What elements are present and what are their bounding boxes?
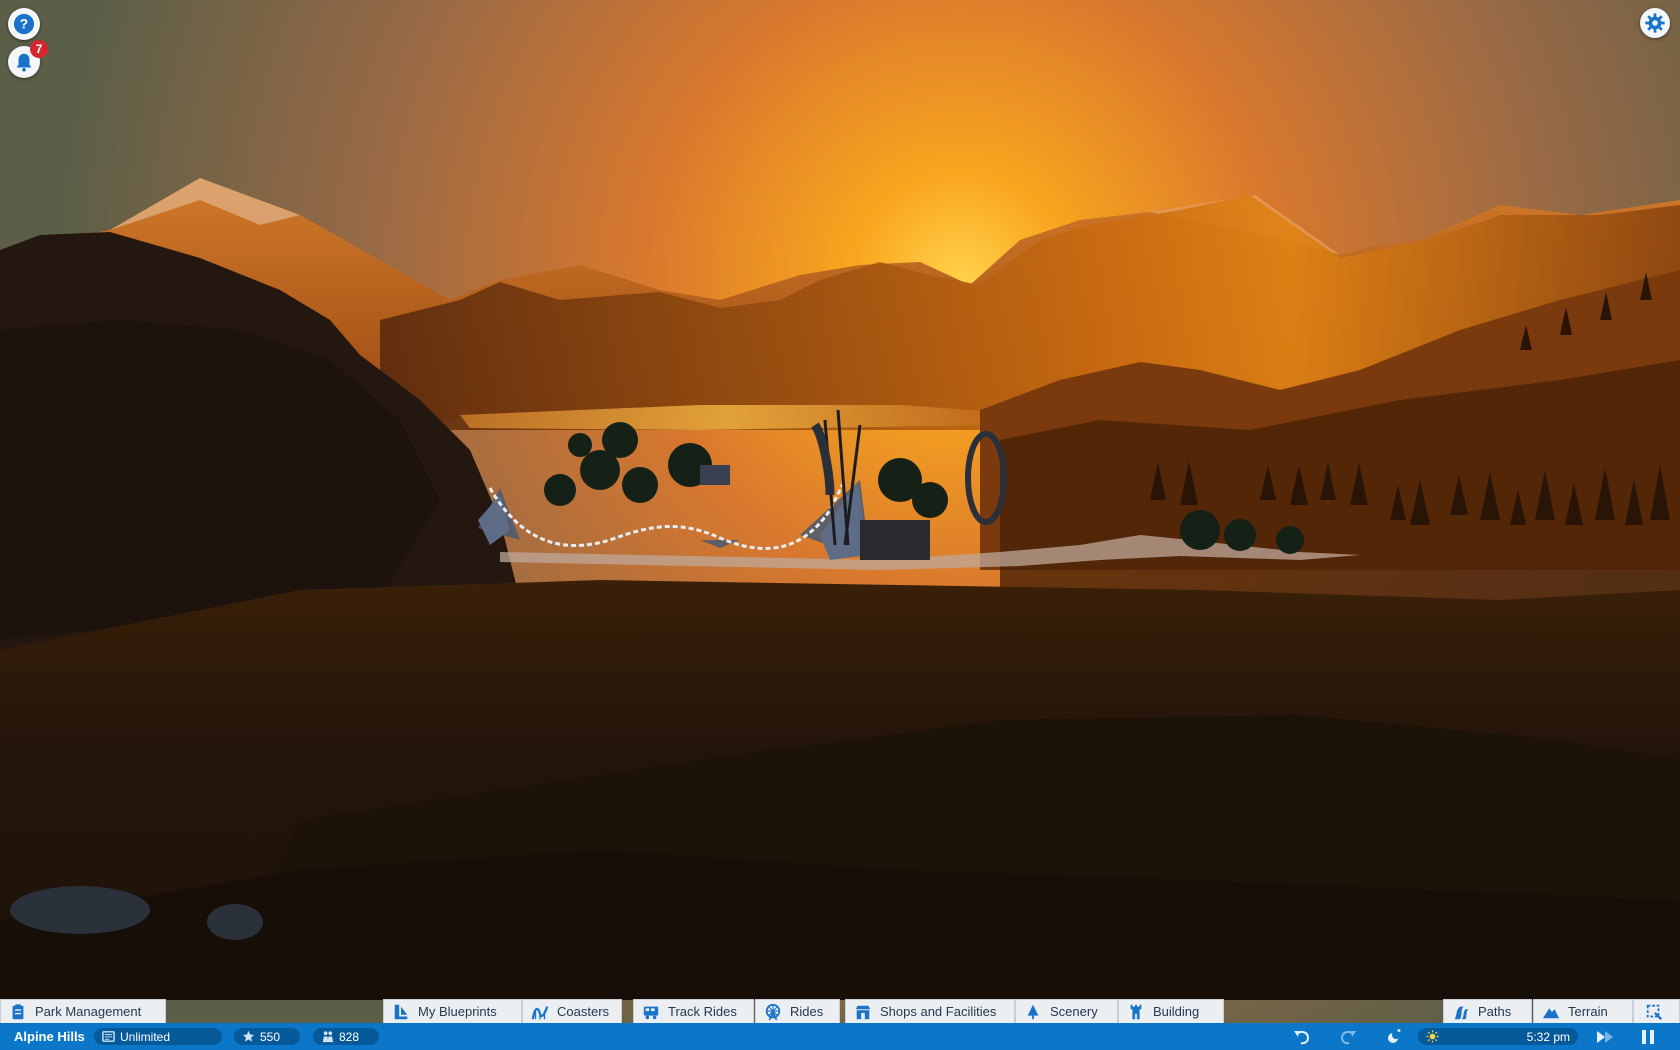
- guests-pill[interactable]: 828: [313, 1028, 379, 1045]
- pause-icon: [1642, 1030, 1654, 1044]
- pause-button[interactable]: [1636, 1025, 1660, 1049]
- game-viewport[interactable]: [0, 0, 1680, 1050]
- tab-park-management[interactable]: Park Management: [0, 999, 166, 1023]
- status-bar: Alpine Hills Unlimited 550 828 5:32 pm: [0, 1023, 1680, 1050]
- tab-shops-and-facilities[interactable]: Shops and Facilities: [845, 999, 1015, 1023]
- tab-scenery[interactable]: Scenery: [1015, 999, 1118, 1023]
- tab-my-blueprints[interactable]: My Blueprints: [383, 999, 522, 1023]
- tab-building-label: Building: [1153, 1004, 1200, 1019]
- tab-track-rides[interactable]: Track Rides: [633, 999, 754, 1023]
- tab-paths-label: Paths: [1478, 1004, 1512, 1019]
- park-rating-pill[interactable]: 550: [234, 1028, 300, 1045]
- help-icon: ?: [13, 13, 35, 35]
- tab-terrain[interactable]: Terrain: [1533, 999, 1633, 1023]
- redo-icon: [1340, 1030, 1356, 1045]
- tab-coasters-label: Coasters: [557, 1004, 610, 1019]
- tab-coasters[interactable]: Coasters: [522, 999, 622, 1023]
- notifications-button[interactable]: 7: [8, 40, 48, 78]
- money-pill[interactable]: Unlimited: [94, 1028, 222, 1045]
- notification-count-badge: 7: [30, 40, 48, 58]
- tab-paths[interactable]: Paths: [1443, 999, 1532, 1023]
- train-icon: [643, 1006, 659, 1019]
- day-night-icon: [1388, 1029, 1401, 1043]
- speed-button[interactable]: [1592, 1025, 1616, 1049]
- money-icon: [102, 1031, 115, 1042]
- sun-icon: [1426, 1030, 1439, 1043]
- ferris-wheel-icon: [765, 1003, 781, 1020]
- blueprint-icon: [394, 1004, 408, 1019]
- park-name: Alpine Hills: [14, 1029, 85, 1044]
- tower-icon: [1130, 1004, 1142, 1019]
- shop-icon: [855, 1005, 871, 1019]
- money-value: Unlimited: [120, 1029, 171, 1044]
- tab-park-management-label: Park Management: [35, 1004, 142, 1019]
- clipboard-icon: [12, 1003, 24, 1019]
- path-icon: [1454, 1006, 1469, 1019]
- play-speed-icon: [1597, 1031, 1613, 1043]
- time-pill[interactable]: 5:32 pm: [1418, 1028, 1578, 1045]
- mountain-icon: [1542, 1007, 1560, 1018]
- tab-my-blueprints-label: My Blueprints: [418, 1004, 497, 1019]
- help-button[interactable]: ?: [8, 8, 40, 40]
- tab-building[interactable]: Building: [1118, 999, 1224, 1023]
- guests-icon: [322, 1031, 334, 1043]
- coaster-icon: [531, 1005, 549, 1019]
- park-rating-value: 550: [260, 1029, 281, 1044]
- guests-value: 828: [339, 1029, 360, 1044]
- tab-track-rides-label: Track Rides: [668, 1004, 737, 1019]
- undo-icon: [1294, 1030, 1310, 1045]
- day-night-cycle-button[interactable]: [1382, 1025, 1406, 1049]
- tab-terrain-label: Terrain: [1568, 1004, 1608, 1019]
- svg-text:?: ?: [20, 17, 28, 32]
- tab-rides[interactable]: Rides: [755, 999, 840, 1023]
- settings-button[interactable]: [1640, 8, 1670, 38]
- game-time: 5:32 pm: [1526, 1029, 1570, 1044]
- undo-button[interactable]: [1290, 1025, 1314, 1049]
- star-icon: [242, 1030, 255, 1042]
- tree-icon: [1027, 1004, 1039, 1019]
- redo-button[interactable]: [1336, 1025, 1360, 1049]
- tab-rides-label: Rides: [790, 1004, 824, 1019]
- tab-scenery-label: Scenery: [1050, 1004, 1098, 1019]
- settings-gear-icon: [1645, 13, 1665, 33]
- tab-selection-tool[interactable]: [1633, 999, 1680, 1023]
- selection-icon: [1646, 1004, 1662, 1020]
- tab-shops-and-facilities-label: Shops and Facilities: [880, 1004, 997, 1019]
